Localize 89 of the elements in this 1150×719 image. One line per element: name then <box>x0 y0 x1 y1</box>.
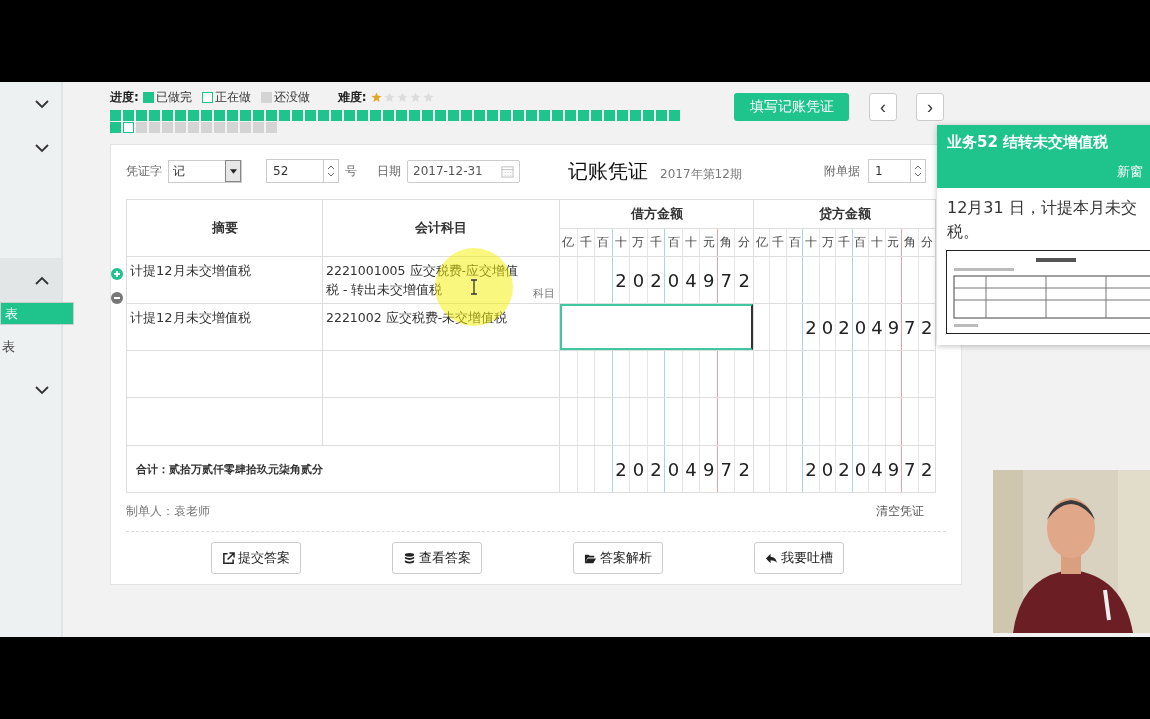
amount-digit: 4 <box>685 458 697 480</box>
sidebar-subitem[interactable]: 表 <box>0 325 61 368</box>
digit-header: 千 <box>577 229 596 256</box>
voucher-title: 记账凭证 <box>568 157 648 185</box>
digit-header: 百 <box>786 229 804 256</box>
column-header: 会计科目 <box>323 200 560 257</box>
action-button[interactable]: 查看答案 <box>392 542 482 574</box>
amount-digit: 0 <box>821 458 834 480</box>
digit-header: 十 <box>682 229 701 256</box>
digit-header: 亿 <box>754 229 771 256</box>
amount-digit: 7 <box>904 316 916 338</box>
amount-digit: 2 <box>838 316 850 338</box>
amount-digit: 2 <box>838 458 850 480</box>
date-field[interactable]: 2017-12-31 <box>407 159 520 183</box>
total-in-words: 合计：贰拾万贰仟零肆拾玖元柒角贰分 <box>136 461 323 478</box>
amount-digit: 2 <box>615 458 627 480</box>
summary-cell[interactable]: 计提12月未交增值税 <box>130 263 251 278</box>
amount-digit: 0 <box>667 458 680 480</box>
account-tag: 科目 <box>533 287 555 300</box>
digit-header: 千 <box>770 229 787 256</box>
digit-header: 十 <box>803 229 820 256</box>
digit-header: 千 <box>836 229 853 256</box>
legend-item: 正在做 <box>201 88 251 106</box>
amount-digit: 0 <box>821 316 834 338</box>
action-button[interactable]: 我要吐槽 <box>754 542 844 574</box>
summary-cell[interactable]: 计提12月未交增值税 <box>130 310 251 325</box>
digit-header: 分 <box>737 234 752 251</box>
nav-button[interactable]: ‹ <box>869 93 897 121</box>
amount-digit: 2 <box>615 269 627 291</box>
legend-item: 还没做 <box>260 88 310 106</box>
amount-digit: 2 <box>650 458 662 480</box>
digit-header: 万 <box>819 229 837 256</box>
amount-digit: 9 <box>887 458 900 480</box>
nav-button[interactable]: › <box>916 93 944 121</box>
number-field[interactable]: 52 <box>266 159 339 183</box>
maker-label: 制单人：袁老师 <box>126 503 210 520</box>
amount-digit: 4 <box>871 458 883 480</box>
task-title: 业务52 结转未交增值税 <box>947 133 1109 152</box>
amount-digit: 9 <box>702 458 715 480</box>
amount-digit: 0 <box>632 458 645 480</box>
field-label: 附单据 <box>824 162 860 180</box>
digit-header: 十 <box>612 229 631 256</box>
difficulty-label: 难度: <box>337 88 367 106</box>
field-label: 凭证字 <box>126 162 162 180</box>
amount-digit: 4 <box>685 269 697 291</box>
amount-digit: 0 <box>854 458 867 480</box>
digit-header: 百 <box>595 229 613 256</box>
amount-digit: 4 <box>871 316 883 338</box>
number-suffix: 号 <box>345 162 357 180</box>
digit-header: 亿 <box>560 229 578 256</box>
amount-digit: 2 <box>805 458 817 480</box>
amount-digit: 9 <box>887 316 900 338</box>
field-label: 日期 <box>377 162 401 180</box>
action-button[interactable]: 提交答案 <box>211 542 301 574</box>
digit-header: 万 <box>630 229 648 256</box>
legend-item: 已做完 <box>142 88 192 106</box>
amount-digit: 2 <box>738 269 750 291</box>
digit-header: 千 <box>647 229 666 256</box>
amount-digit: 7 <box>720 458 732 480</box>
amount-digit: 2 <box>921 316 933 338</box>
clear-voucher-link[interactable]: 清空凭证 <box>876 503 924 520</box>
column-header: 借方金额 <box>560 200 754 229</box>
digit-header: 角 <box>717 229 736 256</box>
digit-header: 十 <box>869 229 886 256</box>
digit-header: 分 <box>919 234 934 251</box>
digit-header: 百 <box>852 229 870 256</box>
digit-header: 角 <box>902 229 919 256</box>
amount-digit: 2 <box>738 458 750 480</box>
task-text: 税。 <box>947 221 980 243</box>
amount-digit: 7 <box>720 269 732 291</box>
amount-digit: 0 <box>854 316 867 338</box>
digit-header: 元 <box>700 229 718 256</box>
amount-digit: 2 <box>921 458 933 480</box>
digit-header: 百 <box>665 229 683 256</box>
attachment-field[interactable]: 1 <box>868 159 926 183</box>
amount-digit: 7 <box>904 458 916 480</box>
amount-digit: 0 <box>667 269 680 291</box>
amount-digit: 2 <box>805 316 817 338</box>
task-text: 12月31 日，计提本月未交 <box>947 197 1138 219</box>
column-header: 贷方金额 <box>754 200 936 229</box>
column-header: 摘要 <box>127 200 323 257</box>
progress-label: 进度: <box>110 88 139 106</box>
voucher-type-select[interactable]: 记 <box>168 159 242 183</box>
amount-digit: 0 <box>632 269 645 291</box>
digit-header: 元 <box>885 229 903 256</box>
amount-digit: 2 <box>650 269 662 291</box>
amount-digit: 9 <box>702 269 715 291</box>
action-button[interactable]: 答案解析 <box>573 542 663 574</box>
voucher-period: 2017年第12期 <box>660 165 742 183</box>
